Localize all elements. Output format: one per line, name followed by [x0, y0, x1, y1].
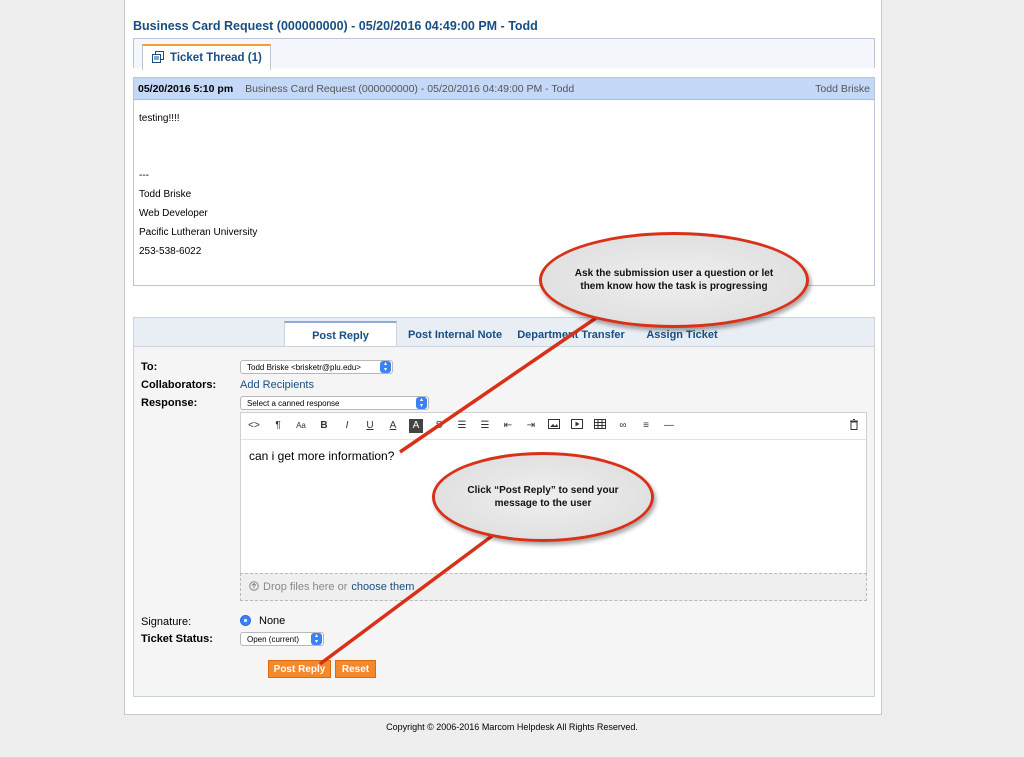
entry-line: Web Developer: [139, 208, 208, 219]
collaborators-label: Collaborators:: [141, 379, 217, 391]
entry-poster: Todd Briske: [815, 82, 870, 95]
ticket-status-label: Ticket Status:: [141, 633, 213, 645]
callout-ask-question: Ask the submission user a question or le…: [539, 232, 809, 328]
select-arrows-icon: ▴ ▾: [380, 361, 391, 373]
signature-none-label: None: [259, 615, 286, 627]
entry-line: Todd Briske: [139, 189, 192, 200]
background-color-icon[interactable]: A: [409, 419, 423, 433]
font-size-icon[interactable]: Aa: [294, 419, 308, 433]
to-select-value: Todd Briske <brisketr@plu.edu>: [247, 362, 361, 372]
entry-line: testing!!!!: [139, 113, 180, 124]
upload-icon: [249, 580, 259, 594]
entry-line: Pacific Lutheran University: [139, 227, 258, 238]
callout-post-reply: Click “Post Reply” to send your message …: [432, 452, 654, 542]
thread-icon: [152, 50, 164, 66]
footer-copyright: Copyright © 2006-2016 Marcom Helpdesk Al…: [386, 722, 638, 732]
entry-line: [139, 147, 869, 166]
tab-department-transfer[interactable]: Department Transfer: [514, 321, 628, 349]
italic-icon[interactable]: I: [340, 419, 354, 433]
tab-post-internal-note[interactable]: Post Internal Note: [402, 321, 508, 349]
entry-line: ---: [139, 170, 149, 181]
select-arrows-icon: ▴ ▾: [311, 633, 322, 645]
indent-icon[interactable]: ⇥: [524, 419, 538, 433]
response-text: can i get more information?: [249, 449, 395, 463]
table-icon[interactable]: [593, 419, 607, 433]
thread-entry-header: 05/20/2016 5:10 pm Business Card Request…: [134, 78, 874, 100]
outdent-icon[interactable]: ⇤: [501, 419, 515, 433]
canned-response-select[interactable]: Select a canned response ▴ ▾: [240, 396, 429, 410]
underline-icon[interactable]: U: [363, 419, 377, 433]
font-color-icon[interactable]: A: [386, 419, 400, 433]
signature-label: Signature:: [141, 616, 192, 628]
link-icon[interactable]: ∞: [616, 419, 630, 433]
choose-files-link[interactable]: choose them: [351, 581, 414, 593]
response-label: Response:: [141, 397, 198, 409]
editor-toolbar: <> ¶ Aa B I U A A S ☰ ☰ ⇤ ⇥ ∞ ≡ —: [241, 413, 866, 440]
paragraph-icon[interactable]: ¶: [271, 419, 285, 433]
ticket-status-value: Open (current): [247, 634, 300, 644]
ordered-list-icon[interactable]: ☰: [478, 419, 492, 433]
to-select[interactable]: Todd Briske <brisketr@plu.edu> ▴ ▾: [240, 360, 393, 374]
to-label: To:: [141, 361, 158, 373]
entry-date: 05/20/2016 5:10 pm: [138, 82, 234, 95]
add-recipients-link[interactable]: Add Recipients: [240, 379, 314, 391]
trash-icon[interactable]: [847, 419, 861, 433]
image-icon[interactable]: [547, 419, 561, 433]
select-arrows-icon: ▴ ▾: [416, 397, 427, 409]
ticket-title: Business Card Request (000000000) - 05/2…: [133, 19, 538, 33]
post-reply-button[interactable]: Post Reply: [268, 660, 331, 678]
file-dropzone[interactable]: Drop files here or choose them: [240, 573, 867, 601]
entry-line: [139, 128, 869, 147]
entry-subject: Business Card Request (000000000) - 05/2…: [245, 82, 575, 95]
video-icon[interactable]: [570, 419, 584, 433]
code-icon[interactable]: <>: [247, 419, 261, 433]
tab-ticket-thread[interactable]: Ticket Thread (1): [142, 44, 271, 70]
reset-button[interactable]: Reset: [335, 660, 376, 678]
main-panel: Business Card Request (000000000) - 05/2…: [124, 0, 882, 715]
signature-none-radio[interactable]: [240, 615, 251, 626]
reply-tabbar: Post Reply Post Internal Note Department…: [133, 317, 875, 349]
unordered-list-icon[interactable]: ☰: [455, 419, 469, 433]
horizontal-rule-icon[interactable]: —: [662, 419, 676, 433]
canned-response-value: Select a canned response: [247, 398, 340, 408]
strikethrough-icon[interactable]: S: [432, 419, 446, 433]
tab-post-reply[interactable]: Post Reply: [284, 321, 397, 349]
ticket-status-select[interactable]: Open (current) ▴ ▾: [240, 632, 324, 646]
align-icon[interactable]: ≡: [639, 419, 653, 433]
bold-icon[interactable]: B: [317, 419, 331, 433]
dropzone-text: Drop files here or: [263, 581, 348, 593]
tab-ticket-thread-label: Ticket Thread (1): [170, 52, 262, 64]
thread-tabbar: Ticket Thread (1): [133, 38, 875, 70]
